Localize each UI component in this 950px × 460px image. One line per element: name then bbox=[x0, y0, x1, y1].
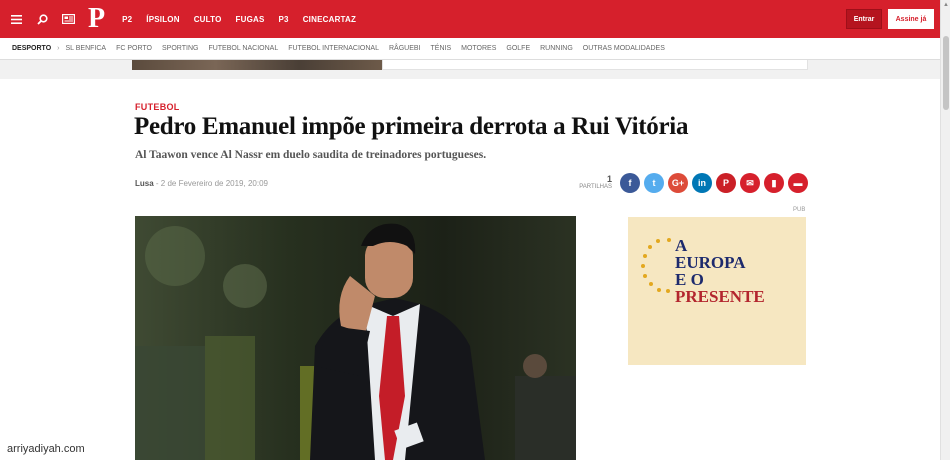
publico-logo[interactable]: P bbox=[88, 5, 105, 33]
article-headline: Pedro Emanuel impõe primeira derrota a R… bbox=[134, 113, 689, 140]
article-author[interactable]: Lusa bbox=[135, 179, 154, 188]
ad-headline: A EUROPA E O PRESENTE bbox=[675, 237, 765, 305]
linkedin-share-icon[interactable]: in bbox=[692, 173, 712, 193]
subnav-item-outras-modalidades[interactable]: OUTRAS MODALIDADES bbox=[583, 45, 665, 52]
top-nav: P2 ÍPSILON CULTO FUGAS P3 CINECARTAZ bbox=[115, 15, 363, 24]
subnav-item-raguebi[interactable]: RÂGUEBI bbox=[389, 45, 421, 52]
share-count: 1 bbox=[606, 174, 612, 184]
ad-label: PUB bbox=[793, 207, 806, 213]
twitter-share-icon[interactable]: t bbox=[644, 173, 664, 193]
subnav-item-futebol-internacional[interactable]: FUTEBOL INTERNACIONAL bbox=[288, 45, 379, 52]
bookmark-share-icon[interactable]: ▮ bbox=[764, 173, 784, 193]
breadcrumb-separator: › bbox=[57, 45, 60, 52]
nav-item-p3[interactable]: P3 bbox=[272, 15, 296, 24]
subnav-item-fc-porto[interactable]: FC PORTO bbox=[116, 45, 152, 52]
vertical-scrollbar[interactable]: ▲ bbox=[940, 0, 950, 460]
article-meta: Lusa - 2 de Fevereiro de 2019, 20:09 bbox=[135, 179, 268, 188]
advertisement-banner[interactable]: A EUROPA E O PRESENTE bbox=[628, 217, 806, 365]
menu-icon[interactable] bbox=[6, 9, 26, 29]
nav-item-cinecartaz[interactable]: CINECARTAZ bbox=[296, 15, 363, 24]
strip-panel bbox=[382, 60, 808, 70]
ad-text-line-4: PRESENTE bbox=[675, 287, 765, 306]
subnav-item-golfe[interactable]: GOLFE bbox=[506, 45, 530, 52]
nav-item-p2[interactable]: P2 bbox=[115, 15, 139, 24]
subnav-item-tenis[interactable]: TÉNIS bbox=[431, 45, 452, 52]
ad-text-line-1: A bbox=[675, 236, 688, 255]
coach-photo-image bbox=[135, 216, 576, 460]
ad-text-line-2: EUROPA bbox=[675, 253, 746, 272]
subnav-item-running[interactable]: RUNNING bbox=[540, 45, 573, 52]
pinterest-share-icon[interactable]: P bbox=[716, 173, 736, 193]
watermark-text: arriyadiyah.com bbox=[4, 443, 88, 455]
subnav-item-futebol-nacional[interactable]: FUTEBOL NACIONAL bbox=[208, 45, 278, 52]
search-icon[interactable] bbox=[32, 9, 52, 29]
email-share-icon[interactable]: ✉ bbox=[740, 173, 760, 193]
article-lead: Al Taawon vence Al Nassr em duelo saudit… bbox=[135, 149, 487, 161]
strip-thumbnail[interactable] bbox=[132, 60, 382, 70]
subnav-item-motores[interactable]: MOTORES bbox=[461, 45, 496, 52]
newspaper-icon[interactable] bbox=[58, 9, 78, 29]
section-subnav: DESPORTO › SL BENFICA FC PORTO SPORTING … bbox=[0, 38, 940, 60]
nav-item-fugas[interactable]: FUGAS bbox=[229, 15, 272, 24]
google-plus-share-icon[interactable]: G+ bbox=[668, 173, 688, 193]
login-button[interactable]: Entrar bbox=[846, 9, 882, 29]
social-share-buttons: f t G+ in P ✉ ▮ ▬ bbox=[620, 173, 808, 193]
scroll-up-icon[interactable]: ▲ bbox=[941, 0, 950, 10]
nav-item-ipsilon[interactable]: ÍPSILON bbox=[139, 15, 186, 24]
article-section-label[interactable]: FUTEBOL bbox=[135, 102, 180, 112]
share-count-label: PARTILHAS bbox=[579, 184, 612, 190]
article-photo[interactable] bbox=[135, 216, 576, 460]
ad-text-line-3: E O bbox=[675, 270, 704, 289]
subnav-section-title[interactable]: DESPORTO bbox=[12, 45, 51, 52]
top-header: P P2 ÍPSILON CULTO FUGAS P3 CINECARTAZ E… bbox=[0, 0, 940, 38]
scroll-thumb[interactable] bbox=[943, 36, 949, 110]
article-date: - 2 de Fevereiro de 2019, 20:09 bbox=[153, 179, 268, 188]
subnav-item-sl-benfica[interactable]: SL BENFICA bbox=[66, 45, 107, 52]
facebook-share-icon[interactable]: f bbox=[620, 173, 640, 193]
share-counter: 1 PARTILHAS bbox=[572, 174, 612, 190]
comments-share-icon[interactable]: ▬ bbox=[788, 173, 808, 193]
subscribe-button[interactable]: Assine já bbox=[888, 9, 934, 29]
nav-item-culto[interactable]: CULTO bbox=[187, 15, 229, 24]
browser-page: P P2 ÍPSILON CULTO FUGAS P3 CINECARTAZ E… bbox=[0, 0, 950, 460]
previous-content-strip bbox=[0, 60, 940, 79]
subnav-item-sporting[interactable]: SPORTING bbox=[162, 45, 198, 52]
